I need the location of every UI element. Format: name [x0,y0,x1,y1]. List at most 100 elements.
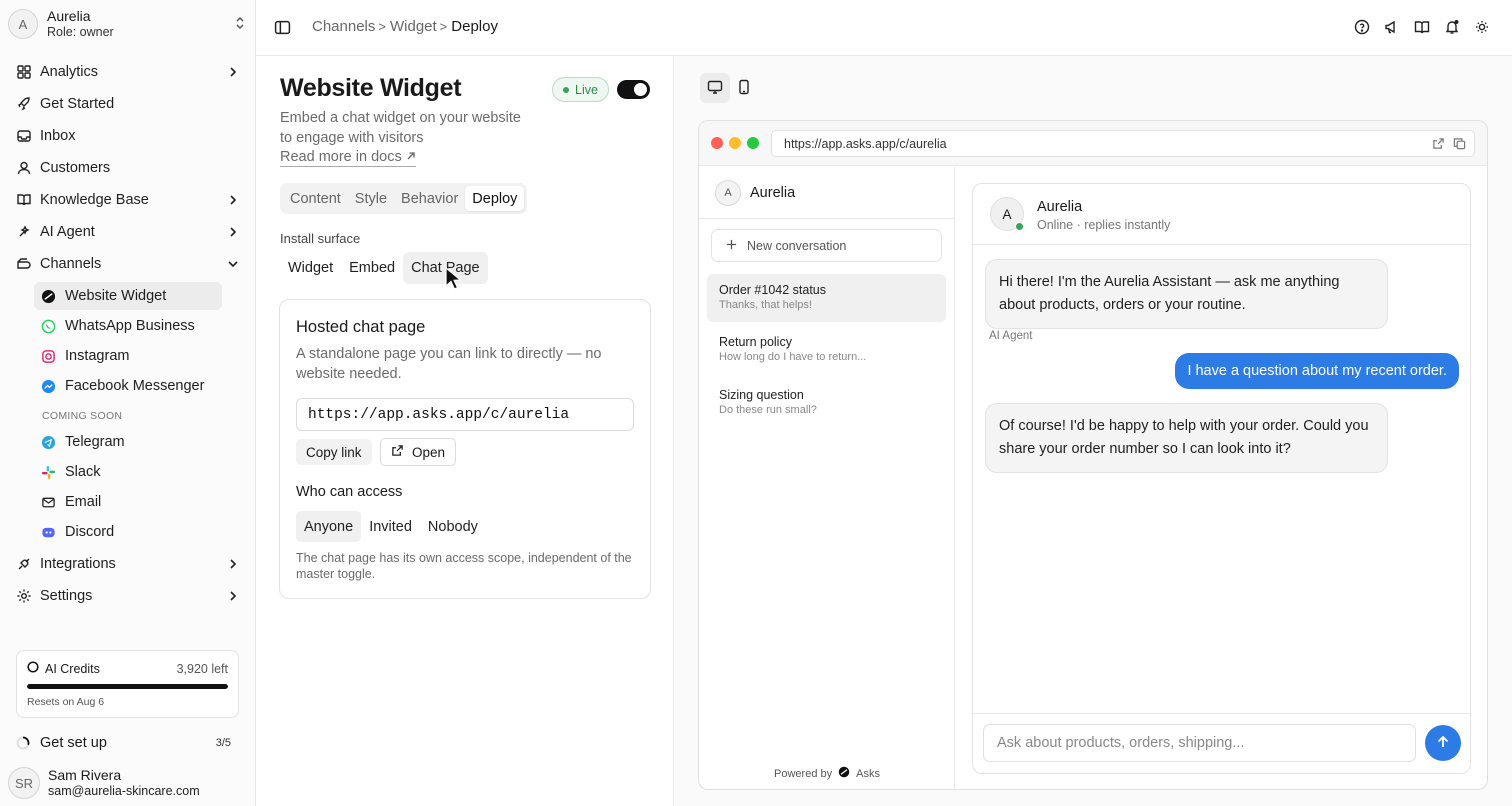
conversation-item[interactable]: Order #1042 status Thanks, that helps! [707,274,946,322]
workspace-switcher[interactable]: A Aurelia Role: owner [8,6,250,42]
mail-icon [40,494,56,510]
page-title: Website Widget [280,74,462,102]
conversation-title: Return policy [719,335,792,349]
channel-facebook-messenger[interactable]: Facebook Messenger [34,372,222,400]
breadcrumb-channels[interactable]: Channels [312,18,375,35]
channel-email[interactable]: Email [34,488,222,516]
chevron-right-icon [226,225,240,243]
channel-instagram[interactable]: Instagram [34,342,222,370]
nav-analytics[interactable]: Analytics [0,56,256,88]
card-description: A standalone page you can link to direct… [296,346,602,382]
nav-knowledge-base[interactable]: Knowledge Base [0,184,256,216]
widget-config-panel: Website Widget Live Embed a chat widget … [256,56,674,806]
channel-telegram[interactable]: Telegram [34,428,222,456]
gear-icon [16,588,32,604]
channel-slack[interactable]: Slack [34,458,222,486]
card-title: Hosted chat page [296,318,426,336]
hosted-chat-page-card: Hosted chat page A standalone page you c… [279,299,651,599]
chat-name: Aurelia [1037,199,1083,215]
docs-link[interactable]: Read more in docs [280,148,416,167]
nav-get-started[interactable]: Get Started [0,88,256,120]
access-invited[interactable]: Invited [361,511,420,542]
bot-message: Hi there! I'm the Aurelia Assistant — as… [985,259,1388,329]
arrow-up-icon [1436,735,1450,752]
tab-deploy[interactable]: Deploy [465,186,525,211]
mouse-cursor-icon [445,266,463,294]
surface-widget[interactable]: Widget [280,252,341,284]
user-menu[interactable]: SR Sam Rivera sam@aurelia-skincare.com [8,764,250,802]
close-dot-icon [711,137,723,149]
tab-style[interactable]: Style [348,186,394,211]
user-email: sam@aurelia-skincare.com [48,784,200,798]
desktop-view-button[interactable] [700,73,730,103]
nav-channels[interactable]: Channels [0,248,256,280]
open-button[interactable]: Open [380,438,457,466]
arrow-up-right-icon [406,148,416,166]
conversation-title: Order #1042 status [719,283,827,297]
channel-discord[interactable]: Discord [34,518,222,546]
send-button[interactable] [1425,725,1461,761]
breadcrumb-widget[interactable]: Widget [390,18,437,35]
access-anyone[interactable]: Anyone [296,511,362,542]
tab-content[interactable]: Content [283,186,348,211]
sidebar-toggle-icon[interactable] [274,19,291,39]
get-set-up-label: Get set up [40,735,107,751]
window-dots [711,137,759,149]
chat-input[interactable]: Ask about products, orders, shipping... [983,724,1416,762]
bell-icon[interactable] [1444,19,1460,35]
avatar-letter: A [1002,206,1012,222]
chat-status: Online · replies instantly [1037,218,1171,232]
get-set-up-count: 3/5 [215,737,231,749]
new-conversation-button[interactable]: New conversation [711,229,942,262]
brand-name: Aurelia [750,184,796,201]
megaphone-icon[interactable] [1384,19,1400,35]
credits-progress-fill [27,684,228,689]
credits-label: AI Credits [45,661,100,676]
conversation-item[interactable]: Return policy How long do I have to retu… [707,326,946,374]
copy-icon[interactable] [1453,137,1466,153]
address-bar[interactable]: https://app.asks.app/c/aurelia [771,130,1475,157]
ai-credits-card[interactable]: AI Credits 3,920 left Resets on Aug 6 [16,650,239,718]
channel-whatsapp[interactable]: WhatsApp Business [34,312,222,340]
docs-book-icon[interactable] [1414,19,1430,35]
main-nav: Analytics Get Started Inbox Customers Kn… [0,56,256,612]
conversation-list: A Aurelia New conversation Order #1042 s… [699,167,955,789]
brand-avatar: A [715,179,741,206]
nav-inbox[interactable]: Inbox [0,120,256,152]
credits-circle-icon [27,661,39,676]
minimize-dot-icon [729,137,741,149]
chat-composer: Ask about products, orders, shipping... [973,713,1470,773]
nav-label: Customers [40,160,111,176]
telegram-icon [40,434,56,450]
nav-label: Get Started [40,96,115,112]
chevron-right-icon [226,65,240,83]
breadcrumb-current: Deploy [451,18,498,35]
copy-link-button[interactable]: Copy link [296,439,372,465]
conversation-item[interactable]: Sizing question Do these run small? [707,379,946,427]
channel-website-widget[interactable]: Website Widget [34,282,222,310]
help-icon[interactable] [1354,19,1370,35]
chat-page-url-field[interactable]: https://app.asks.app/c/aurelia [296,398,634,431]
external-link-icon[interactable] [1432,137,1445,153]
widget-enabled-toggle[interactable] [617,80,650,99]
top-bar: Channels > Widget > Deploy [256,0,1512,56]
config-tabs: Content Style Behavior Deploy [280,183,528,214]
message-sender-label: AI Agent [989,330,1033,342]
live-dot-icon [563,86,569,93]
surface-embed[interactable]: Embed [341,252,403,284]
nav-settings[interactable]: Settings [0,580,256,612]
browser-chrome: https://app.asks.app/c/aurelia [699,121,1487,166]
toggle-knob [634,83,647,96]
conversation-preview: Thanks, that helps! [719,299,812,311]
get-set-up[interactable]: Get set up 3/5 [16,732,239,754]
status-badge: Live [552,77,609,102]
theme-sun-icon[interactable] [1474,19,1490,35]
tab-behavior[interactable]: Behavior [394,186,465,211]
nav-integrations[interactable]: Integrations [0,548,256,580]
chevron-down-icon [226,257,240,275]
access-nobody[interactable]: Nobody [420,511,486,542]
nav-ai-agent[interactable]: AI Agent [0,216,256,248]
nav-customers[interactable]: Customers [0,152,256,184]
workspace-avatar: A [8,9,38,39]
mobile-view-button[interactable] [730,73,760,103]
